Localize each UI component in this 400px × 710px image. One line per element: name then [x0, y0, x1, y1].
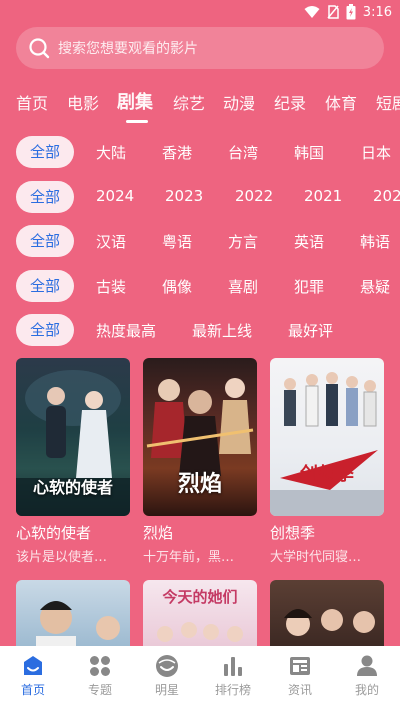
ranking-icon — [224, 657, 242, 676]
tab-short-drama[interactable]: 短剧 — [376, 90, 400, 114]
poster-title: 烈焰 — [177, 471, 222, 497]
filter-all-genre[interactable]: 全部 — [16, 270, 74, 302]
nav-ranking-label: 排行榜 — [214, 683, 251, 697]
filter-row-genre: 全部 古装 偶像 喜剧 犯罪 悬疑 — [0, 270, 400, 302]
tab-anime[interactable]: 动漫 — [223, 90, 255, 114]
series-title[interactable]: 烈焰 — [143, 522, 173, 543]
bottom-nav: 首页 专题 明星 排行榜 资讯 我的 — [0, 646, 400, 710]
filter-option[interactable]: 日本 — [361, 142, 391, 163]
tab-sports[interactable]: 体育 — [325, 90, 357, 114]
no-sim-icon — [327, 5, 339, 19]
nav-topics[interactable]: 专题 — [67, 646, 133, 710]
filter-option[interactable]: 悬疑 — [360, 276, 390, 297]
filter-option[interactable]: 喜剧 — [228, 276, 258, 297]
star-face-icon — [156, 655, 178, 677]
filter-all-year[interactable]: 全部 — [16, 181, 74, 213]
series-title[interactable]: 创想季 — [270, 522, 315, 543]
filter-option[interactable]: 英语 — [294, 231, 324, 252]
tab-home[interactable]: 首页 — [16, 90, 48, 114]
series-poster[interactable] — [270, 580, 384, 652]
filter-option[interactable]: 2021 — [304, 187, 342, 205]
series-desc: 大学时代同寝… — [270, 550, 362, 565]
wifi-icon — [304, 6, 320, 18]
filter-all-language[interactable]: 全部 — [16, 225, 74, 257]
series-poster[interactable]: 创想季 — [270, 358, 384, 516]
search-bar[interactable]: 搜索您想要观看的影片 — [16, 27, 384, 69]
nav-news-label: 资讯 — [287, 683, 312, 697]
filter-option[interactable]: 汉语 — [96, 231, 126, 252]
tab-movies[interactable]: 电影 — [67, 90, 99, 114]
search-placeholder: 搜索您想要观看的影片 — [58, 41, 198, 57]
filter-row-region: 全部 大陆 香港 台湾 韩国 日本 — [0, 136, 400, 168]
nav-topics-label: 专题 — [87, 683, 112, 697]
filter-option[interactable]: 韩语 — [360, 231, 390, 252]
search-icon — [29, 38, 50, 59]
tab-documentary[interactable]: 纪录 — [274, 90, 306, 114]
status-icons: 3:16 — [304, 3, 392, 21]
filter-option[interactable]: 古装 — [96, 276, 126, 297]
series-poster[interactable] — [16, 580, 130, 652]
filter-option[interactable]: 韩国 — [294, 142, 324, 163]
series-poster[interactable]: 心软的使者 — [16, 358, 130, 516]
nav-stars[interactable]: 明星 — [134, 646, 200, 710]
filter-option[interactable]: 大陆 — [96, 142, 126, 163]
poster-title: 创想季 — [300, 464, 354, 485]
filter-option[interactable]: 犯罪 — [294, 276, 324, 297]
filter-row-year: 全部 2024 2023 2022 2021 2020 — [0, 181, 400, 213]
nav-home[interactable]: 首页 — [0, 646, 66, 710]
filter-option[interactable]: 粤语 — [162, 231, 192, 252]
filter-option[interactable]: 最好评 — [288, 320, 333, 341]
poster-art — [36, 601, 120, 652]
nav-profile-label: 我的 — [354, 683, 379, 697]
status-bar: 3:16 — [0, 0, 400, 24]
series-title[interactable]: 心软的使者 — [16, 522, 91, 543]
tab-variety[interactable]: 综艺 — [173, 90, 205, 114]
series-poster[interactable]: 烈焰 — [143, 358, 257, 516]
filter-option[interactable]: 热度最高 — [96, 320, 156, 341]
active-tab-indicator — [126, 120, 148, 123]
nav-profile[interactable]: 我的 — [334, 646, 400, 710]
status-time: 3:16 — [362, 4, 392, 20]
nav-home-label: 首页 — [20, 683, 45, 697]
filter-option[interactable]: 台湾 — [228, 142, 258, 163]
category-tabs: 首页 电影 剧集 综艺 动漫 纪录 体育 短剧 — [0, 86, 400, 126]
home-icon — [24, 656, 42, 675]
poster-title: 心软的使者 — [32, 478, 113, 497]
filter-row-language: 全部 汉语 粤语 方言 英语 韩语 — [0, 225, 400, 257]
news-icon — [290, 657, 310, 675]
series-poster[interactable]: 今天的她们 — [143, 580, 257, 652]
filter-row-sort: 全部 热度最高 最新上线 最好评 — [0, 314, 400, 346]
nav-stars-label: 明星 — [154, 683, 179, 697]
filter-option[interactable]: 偶像 — [162, 276, 192, 297]
filter-option[interactable]: 香港 — [162, 142, 192, 163]
poster-art — [284, 609, 375, 636]
filter-option[interactable]: 最新上线 — [192, 320, 252, 341]
filter-option[interactable]: 方言 — [228, 231, 258, 252]
series-desc: 十万年前，黑… — [143, 550, 235, 565]
nav-ranking[interactable]: 排行榜 — [200, 646, 266, 710]
filter-option[interactable]: 2022 — [235, 187, 273, 205]
tab-series[interactable]: 剧集 — [117, 88, 153, 114]
nav-news[interactable]: 资讯 — [267, 646, 333, 710]
filter-option[interactable]: 2024 — [96, 187, 134, 205]
poster-art — [270, 372, 384, 516]
series-desc: 该片是以使者… — [16, 550, 108, 565]
filter-all-region[interactable]: 全部 — [16, 136, 74, 168]
filter-option[interactable]: 2023 — [165, 187, 203, 205]
battery-icon — [346, 4, 356, 20]
poster-title: 今天的她们 — [162, 588, 238, 606]
filter-all-sort[interactable]: 全部 — [16, 314, 74, 346]
filter-option[interactable]: 2020 — [373, 187, 400, 205]
grid-icon — [90, 656, 110, 676]
profile-icon — [357, 655, 377, 676]
